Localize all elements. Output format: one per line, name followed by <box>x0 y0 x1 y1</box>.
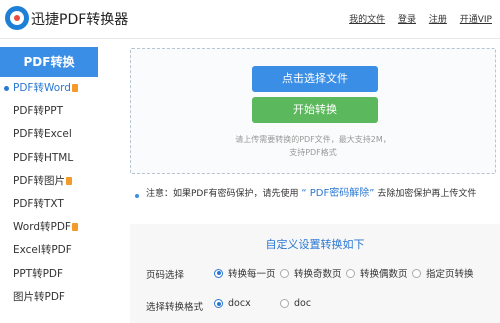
format-option-doc[interactable]: doc <box>280 298 311 309</box>
sidebar-item-label: 图片转PDF <box>13 290 65 303</box>
app-root: 迅捷PDF转换器 我的文件 登录 注册 开通VIP PDF转换 PDF转Word… <box>0 0 500 323</box>
sidebar-item-pdf-to-image[interactable]: PDF转图片 <box>0 170 98 193</box>
page-option-label: 转换每一页 <box>228 269 276 280</box>
sidebar: PDF转换 PDF转Word PDF转PPT PDF转Excel PDF转HTM… <box>0 47 98 323</box>
format-option-docx[interactable]: docx <box>214 298 251 309</box>
sidebar-item-label: Word转PDF <box>13 221 71 234</box>
password-notice: 注意：如果PDF有密码保护，请先使用 “ PDF密码解除” 去除加密保护再上传文… <box>146 187 496 201</box>
sidebar-item-label: PDF转PPT <box>13 105 64 118</box>
app-title: 迅捷PDF转换器 <box>31 12 129 28</box>
sidebar-item-label: PPT转PDF <box>13 267 64 280</box>
notice-prefix: 注意：如果PDF有密码保护，请先使用 <box>146 189 299 199</box>
radio-icon[interactable] <box>346 268 355 278</box>
sidebar-item-label: PDF转Word <box>13 82 71 94</box>
page-option-every-page[interactable]: 转换每一页 <box>214 266 276 280</box>
notice-suffix: 去除加密保护再上传文件 <box>377 189 477 199</box>
sidebar-item-label: PDF转Excel <box>13 128 72 141</box>
vip-badge-icon <box>65 176 72 185</box>
radio-icon[interactable] <box>412 268 421 278</box>
format-option-label: docx <box>228 298 251 309</box>
sidebar-item-pdf-to-ppt[interactable]: PDF转PPT <box>0 100 98 123</box>
settings-title: 自定义设置转换如下 <box>265 238 365 251</box>
upload-hint: 请上传需要转换的PDF文件，最大支持2M， 支持PDF格式 <box>131 133 495 159</box>
radio-icon[interactable] <box>280 268 289 278</box>
page-option-label: 指定页转换 <box>426 269 474 280</box>
header-divider <box>0 38 500 39</box>
sidebar-item-pdf-to-excel[interactable]: PDF转Excel <box>0 123 98 146</box>
sidebar-item-ppt-to-pdf[interactable]: PPT转PDF <box>0 263 98 286</box>
nav-vip-link[interactable]: 开通VIP <box>460 15 492 25</box>
sidebar-item-label: PDF转HTML <box>13 151 74 164</box>
sidebar-title: PDF转换 <box>0 47 98 77</box>
active-dot-icon <box>4 86 9 91</box>
page-option-odd-pages[interactable]: 转换奇数页 <box>280 266 342 280</box>
nav-login-link[interactable]: 登录 <box>398 15 416 25</box>
radio-icon[interactable] <box>280 299 289 308</box>
sidebar-item-label: Excel转PDF <box>13 244 72 257</box>
conversion-settings-panel: 自定义设置转换如下 页码选择 转换每一页 转换奇数页 转换偶数页 指定页转换 选… <box>130 224 500 323</box>
page-option-label: 转换奇数页 <box>294 269 342 280</box>
notice-bullet-icon <box>135 194 139 198</box>
sidebar-item-excel-to-pdf[interactable]: Excel转PDF <box>0 239 98 262</box>
top-nav: 我的文件 登录 注册 开通VIP <box>339 12 492 25</box>
format-selection-label: 选择转换格式 <box>146 302 204 313</box>
sidebar-item-pdf-to-word[interactable]: PDF转Word <box>0 77 98 100</box>
page-option-specified-pages[interactable]: 指定页转换 <box>412 266 474 280</box>
sidebar-item-word-to-pdf[interactable]: Word转PDF <box>0 216 98 239</box>
vip-badge-icon <box>71 84 78 92</box>
vip-badge-icon <box>71 223 78 232</box>
page-selection-label: 页码选择 <box>146 270 185 281</box>
upload-hint-line2: 支持PDF格式 <box>289 148 337 157</box>
sidebar-item-image-to-pdf[interactable]: 图片转PDF <box>0 286 98 309</box>
upload-hint-line1: 请上传需要转换的PDF文件，最大支持2M， <box>235 135 391 144</box>
upload-dropzone[interactable]: 点击选择文件 开始转换 请上传需要转换的PDF文件，最大支持2M， 支持PDF格… <box>130 48 496 174</box>
choose-file-button[interactable]: 点击选择文件 <box>252 66 378 92</box>
sidebar-item-label: PDF转TXT <box>13 197 64 210</box>
page-option-even-pages[interactable]: 转换偶数页 <box>346 266 408 280</box>
sidebar-item-label: PDF转图片 <box>13 174 65 187</box>
radio-checked-icon[interactable] <box>214 268 223 278</box>
app-logo-icon <box>5 6 29 30</box>
format-option-label: doc <box>294 298 312 309</box>
header: 迅捷PDF转换器 我的文件 登录 注册 开通VIP <box>0 0 500 38</box>
pdf-password-remove-link[interactable]: “ PDF密码解除” <box>301 188 374 199</box>
sidebar-item-pdf-to-html[interactable]: PDF转HTML <box>0 147 98 170</box>
radio-checked-icon[interactable] <box>214 299 223 308</box>
start-convert-button[interactable]: 开始转换 <box>252 97 378 123</box>
nav-my-files-link[interactable]: 我的文件 <box>349 15 385 25</box>
nav-register-link[interactable]: 注册 <box>429 15 447 25</box>
sidebar-item-pdf-to-txt[interactable]: PDF转TXT <box>0 193 98 216</box>
page-option-label: 转换偶数页 <box>360 269 408 280</box>
